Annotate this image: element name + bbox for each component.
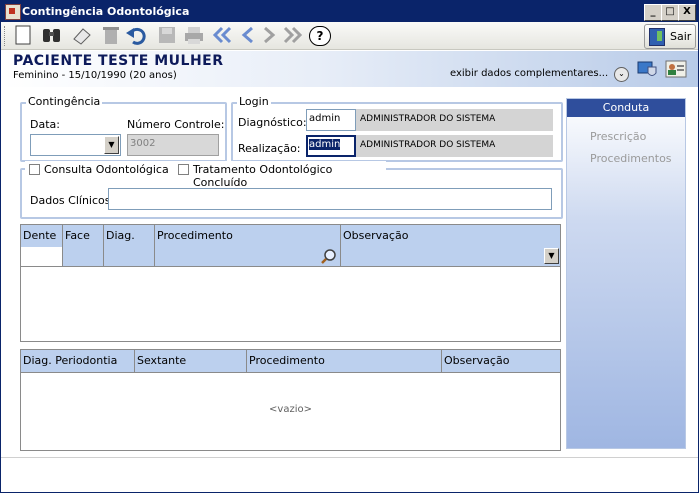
title-bar: Contingência Odontológica _ □ X	[1, 1, 698, 22]
toolbar: ? Sair	[1, 22, 698, 50]
trash-icon[interactable]	[100, 25, 122, 47]
cell-diag[interactable]	[104, 247, 155, 267]
contingencia-legend: Contingência	[26, 95, 103, 108]
periodontia-grid-header: Diag. Periodontia Sextante Procedimento …	[21, 350, 560, 373]
exibir-dados-link[interactable]: exibir dados complementares...	[450, 68, 608, 79]
realizacao-label: Realização:	[238, 142, 301, 155]
col-dente[interactable]: Dente	[21, 225, 63, 247]
observacao-dropdown-button[interactable]: ▼	[544, 248, 559, 264]
previous-record-icon[interactable]	[237, 25, 259, 47]
col-observacao-2[interactable]: Observação	[442, 350, 560, 372]
dados-clinicos-input[interactable]	[108, 188, 552, 210]
patient-card-icon[interactable]	[665, 59, 687, 79]
periodontia-grid: Diag. Periodontia Sextante Procedimento …	[20, 349, 561, 451]
tratamento-label: Tratamento Odontológico Concluído	[193, 163, 333, 189]
patient-name: PACIENTE TESTE MULHER	[13, 53, 224, 69]
side-item-prescricao[interactable]: Prescrição	[590, 130, 646, 143]
minimize-button[interactable]: _	[644, 4, 662, 21]
realizacao-user-selected: admin	[309, 139, 341, 150]
maximize-button[interactable]: □	[661, 4, 679, 21]
close-button[interactable]: X	[678, 4, 696, 21]
printer-icon[interactable]	[183, 25, 205, 47]
cell-observacao[interactable]: ▼	[341, 247, 560, 267]
undo-icon[interactable]	[125, 25, 147, 47]
login-group: Login Diagnóstico: admin ADMINISTRADOR D…	[231, 95, 563, 162]
numero-controle-label: Número Controle:	[127, 118, 225, 131]
shield-computer-icon[interactable]	[637, 59, 657, 79]
col-procedimento-2[interactable]: Procedimento	[247, 350, 442, 372]
realizacao-user-input[interactable]: admin	[306, 135, 356, 157]
next-record-icon[interactable]	[258, 25, 280, 47]
exit-door-icon	[649, 28, 665, 46]
dados-clinicos-label: Dados Clínicos:	[30, 194, 115, 207]
consulta-checkbox[interactable]	[29, 164, 40, 175]
col-sextante[interactable]: Sextante	[135, 350, 247, 372]
new-document-icon[interactable]	[12, 25, 34, 47]
data-label: Data:	[30, 118, 60, 131]
help-icon[interactable]: ?	[308, 25, 331, 47]
contingencia-group: Contingência Data: ▼ Número Controle: 30…	[20, 95, 227, 162]
chevron-down-icon[interactable]: ⌄	[614, 67, 629, 82]
col-procedimento[interactable]: Procedimento	[155, 225, 341, 247]
sair-label: Sair	[670, 30, 692, 43]
col-face[interactable]: Face	[63, 225, 104, 247]
procedimentos-grid: Dente Face Diag. Procedimento Observação…	[20, 224, 561, 342]
save-icon[interactable]	[156, 25, 178, 47]
conduta-header: Conduta	[567, 99, 685, 117]
realizacao-user-name: ADMINISTRADOR DO SISTEMA	[356, 135, 553, 157]
search-icon[interactable]	[321, 249, 337, 264]
patient-header: PACIENTE TESTE MULHER Feminino - 15/10/1…	[1, 51, 698, 87]
login-legend: Login	[237, 95, 271, 108]
tratamento-checkbox[interactable]	[178, 164, 189, 175]
toolbar-grip	[4, 26, 7, 46]
diagnostico-user-name: ADMINISTRADOR DO SISTEMA	[356, 109, 553, 131]
conduta-panel: Conduta Prescrição Procedimentos	[566, 98, 686, 449]
diagnostico-user-input[interactable]: admin	[306, 109, 356, 131]
consulta-label: Consulta Odontológica	[44, 163, 169, 176]
cell-dente[interactable]	[21, 247, 63, 267]
col-diag-periodontia[interactable]: Diag. Periodontia	[21, 350, 135, 372]
first-record-icon[interactable]	[212, 25, 234, 47]
empty-placeholder: <vazio>	[269, 404, 312, 415]
col-diag[interactable]: Diag.	[104, 225, 155, 247]
patient-info: Feminino - 15/10/1990 (20 anos)	[13, 70, 177, 81]
binoculars-icon[interactable]	[41, 25, 63, 47]
status-area	[1, 457, 698, 492]
eraser-icon[interactable]	[71, 25, 93, 47]
cell-face[interactable]	[63, 247, 104, 267]
cell-procedimento[interactable]	[155, 247, 341, 267]
procedimentos-grid-header: Dente Face Diag. Procedimento Observação	[21, 225, 560, 248]
last-record-icon[interactable]	[281, 25, 303, 47]
data-dropdown-button[interactable]: ▼	[104, 136, 119, 154]
col-observacao[interactable]: Observação	[341, 225, 560, 247]
checkbox-row: Consulta Odontológica Tratamento Odontol…	[25, 161, 386, 189]
dados-clinicos-group: Consulta Odontológica Tratamento Odontol…	[20, 161, 563, 219]
window-title: Contingência Odontológica	[22, 5, 190, 18]
side-item-procedimentos[interactable]: Procedimentos	[590, 152, 672, 165]
app-icon	[5, 4, 21, 20]
numero-controle-field: 3002	[127, 134, 219, 156]
sair-button[interactable]: Sair	[644, 24, 696, 49]
diagnostico-label: Diagnóstico:	[238, 116, 307, 129]
